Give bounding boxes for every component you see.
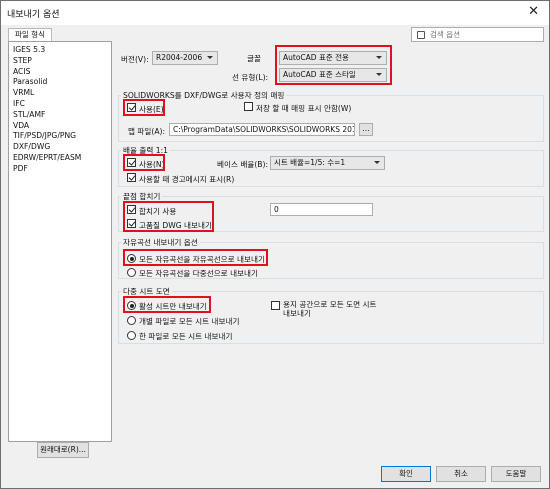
help-button[interactable]: 도움말 xyxy=(491,466,541,482)
highlight-box xyxy=(123,201,214,232)
list-item[interactable]: VDA xyxy=(13,121,111,132)
list-item[interactable]: DXF/DWG xyxy=(13,142,111,153)
paper-space-checkbox[interactable] xyxy=(271,301,280,310)
highlight-box xyxy=(275,45,392,85)
highlight-box xyxy=(123,249,268,266)
map-file-input[interactable]: C:\ProgramData\SOLIDWORKS\SOLIDWORKS 201… xyxy=(169,123,355,136)
merge-distance-input[interactable]: 0 xyxy=(270,203,373,216)
base-scale-select[interactable]: 시트 배율=1/5: 수=1 xyxy=(270,156,385,170)
chevron-down-icon xyxy=(207,56,213,59)
version-value: R2004-2006 xyxy=(156,53,203,62)
highlight-box xyxy=(123,296,211,313)
ok-button[interactable]: 확인 xyxy=(381,466,431,482)
tab-file-format[interactable]: 파일 형식 xyxy=(8,28,52,41)
file-format-list: IGES 5.3 STEP ACIS Parasolid VRML IFC STL/AMF V… xyxy=(8,41,112,442)
window-title: 내보내기 옵션 xyxy=(7,10,60,20)
list-item[interactable]: TIF/PSD/JPG/PNG xyxy=(13,131,111,142)
list-item[interactable]: PDF xyxy=(13,164,111,175)
multisheet-radio-onefile[interactable] xyxy=(127,331,136,340)
highlight-box xyxy=(123,99,165,116)
warn-checkbox[interactable] xyxy=(127,173,136,182)
chevron-down-icon xyxy=(374,161,380,164)
base-scale-value: 시트 배율=1/5: 수=1 xyxy=(274,158,346,167)
list-item[interactable]: STL/AMF xyxy=(13,110,111,121)
spline-opt2-label: 모든 자유곡선을 다중선으로 내보내기 xyxy=(139,269,259,278)
multisheet-opt3-label: 한 파일로 모든 시트 내보내기 xyxy=(139,332,233,341)
list-item[interactable]: EDRW/EPRT/EASM xyxy=(13,153,111,164)
list-item[interactable]: Parasolid xyxy=(13,77,111,88)
version-select[interactable]: R2004-2006 xyxy=(152,51,218,65)
font-label: 글꼴 xyxy=(247,54,261,63)
paper-space-label: 용지 공간으로 모든 도면 시트 내보내기 xyxy=(283,300,377,318)
map-file-label: 맵 파일(A): xyxy=(128,127,166,136)
multisheet-opt2-label: 개별 파일로 모든 시트 내보내기 xyxy=(139,317,240,326)
reset-button[interactable]: 원래대로(R)... xyxy=(37,442,89,458)
multisheet-radio-separate[interactable] xyxy=(127,316,136,325)
search-options-box[interactable] xyxy=(411,27,544,42)
title-bar: 내보내기 옵션 ✕ xyxy=(1,1,549,25)
no-prompt-label: 저장 할 때 매핑 표시 안함(W) xyxy=(256,104,352,113)
spline-radio-polylines[interactable] xyxy=(127,268,136,277)
search-icon xyxy=(417,31,425,39)
browse-button[interactable]: ... xyxy=(359,123,373,136)
list-item[interactable]: ACIS xyxy=(13,67,111,78)
list-item[interactable]: IGES 5.3 xyxy=(13,45,111,56)
list-item[interactable]: IFC xyxy=(13,99,111,110)
warn-label: 사용할 때 경고메시지 표시(R) xyxy=(139,175,235,184)
export-options-dialog: 내보내기 옵션 ✕ 파일 형식 IGES 5.3 STEP ACIS Parasoli… xyxy=(0,0,550,489)
base-scale-label: 베이스 배율(B): xyxy=(217,160,269,169)
spline-group-title: 자유곡선 내보내기 옵션 xyxy=(121,237,200,248)
cancel-button[interactable]: 취소 xyxy=(436,466,486,482)
linestyle-label: 선 유형(L): xyxy=(232,73,269,82)
list-item[interactable]: VRML xyxy=(13,88,111,99)
list-item[interactable]: STEP xyxy=(13,56,111,67)
no-prompt-checkbox[interactable] xyxy=(244,102,253,111)
version-label: 버전(V): xyxy=(121,55,149,64)
highlight-box xyxy=(123,154,165,171)
search-input[interactable] xyxy=(430,29,540,40)
close-icon[interactable]: ✕ xyxy=(528,4,539,20)
